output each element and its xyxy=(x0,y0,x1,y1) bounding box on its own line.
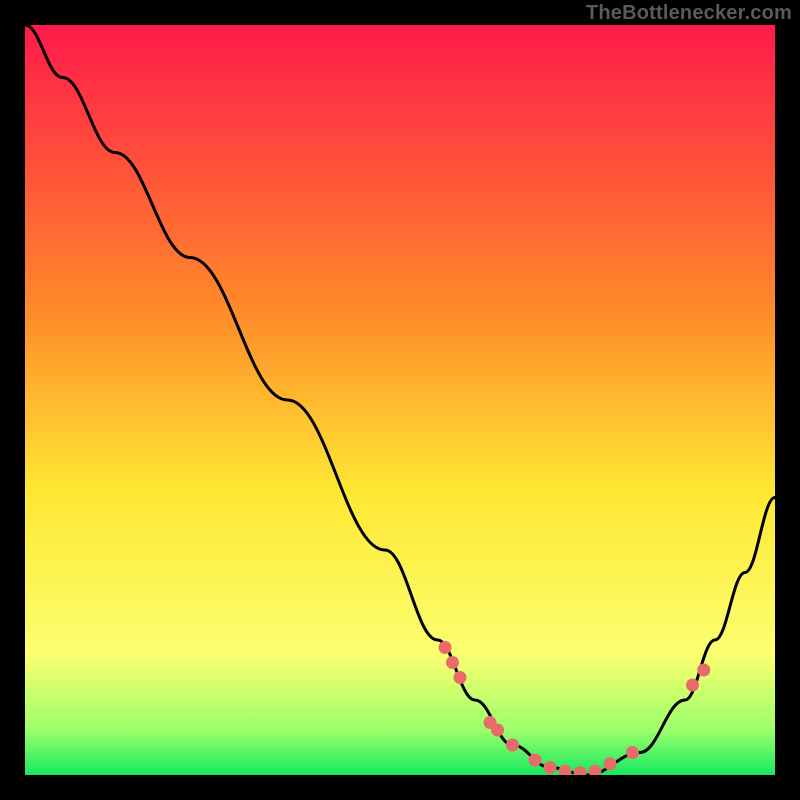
chart-frame xyxy=(25,25,775,775)
curve-marker xyxy=(446,656,459,669)
curve-marker xyxy=(626,746,639,759)
curve-marker xyxy=(529,754,542,767)
gradient-bg xyxy=(25,25,775,775)
curve-marker xyxy=(439,641,452,654)
curve-marker xyxy=(604,757,617,770)
chart-svg xyxy=(25,25,775,775)
attribution-label: TheBottlenecker.com xyxy=(586,2,792,25)
curve-marker xyxy=(686,679,699,692)
curve-marker xyxy=(697,664,710,677)
curve-marker xyxy=(506,739,519,752)
curve-marker xyxy=(491,724,504,737)
curve-marker xyxy=(454,671,467,684)
curve-marker xyxy=(544,761,557,774)
